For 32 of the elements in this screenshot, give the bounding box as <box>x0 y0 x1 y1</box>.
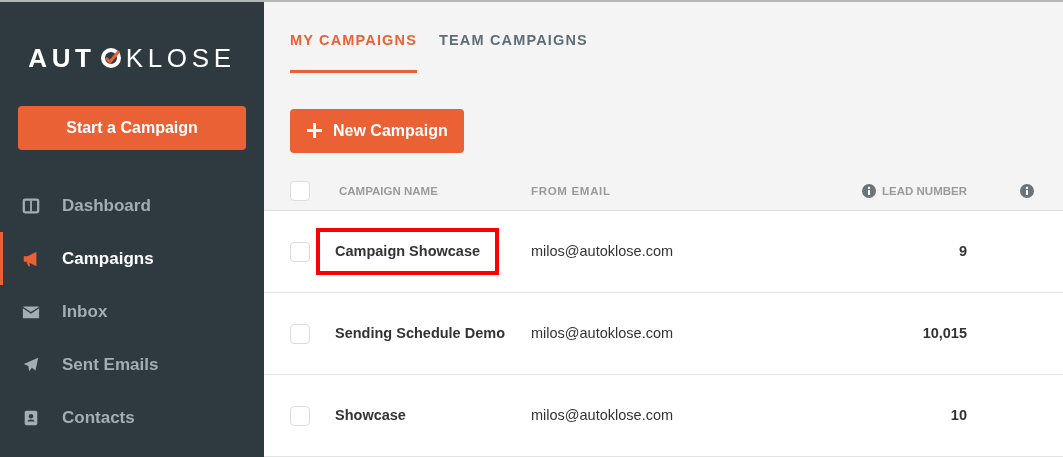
plus-icon <box>306 122 323 140</box>
table-cell: milos@autoklose.com <box>531 242 674 259</box>
checkbox[interactable] <box>290 323 310 344</box>
campaign-name[interactable]: Showcase <box>316 391 425 440</box>
table-cell: 9 <box>958 242 967 259</box>
nav-item[interactable]: Sent Emails <box>0 338 264 391</box>
tab[interactable]: MY CAMPAIGNS <box>290 30 417 73</box>
info-icon <box>1020 184 1034 199</box>
nav-item[interactable]: Inbox <box>0 285 264 338</box>
checkbox[interactable] <box>290 181 310 202</box>
layout-icon <box>22 196 40 215</box>
contact-card-icon <box>22 408 40 427</box>
new-campaign-button[interactable]: New Campaign <box>290 108 464 153</box>
table-cell: 10,015 <box>922 324 967 341</box>
checkbox[interactable] <box>290 405 310 426</box>
column-header: FROM EMAIL <box>531 184 611 197</box>
info-icon <box>862 184 876 199</box>
campaign-name[interactable]: Sending Schedule Demo <box>316 309 524 358</box>
campaign-name[interactable]: Campaign Showcase <box>316 227 500 276</box>
tab[interactable]: TEAM CAMPAIGNS <box>439 30 588 73</box>
check-circle-icon <box>99 47 122 69</box>
column-header: LEAD NUMBER <box>882 183 967 199</box>
table-cell: milos@autoklose.com <box>531 406 674 423</box>
start-campaign-button[interactable]: Start a Campaign <box>18 106 246 150</box>
column-header: CAMPAIGN NAME <box>339 184 438 197</box>
table-cell: milos@autoklose.com <box>531 324 674 341</box>
nav-item[interactable]: Contacts <box>0 391 264 444</box>
table-cell: 10 <box>950 406 967 423</box>
logo: AUT KLOSE <box>28 41 236 75</box>
paper-plane-icon <box>22 355 40 374</box>
checkbox[interactable] <box>290 241 310 262</box>
nav-item[interactable]: Dashboard <box>0 179 264 232</box>
